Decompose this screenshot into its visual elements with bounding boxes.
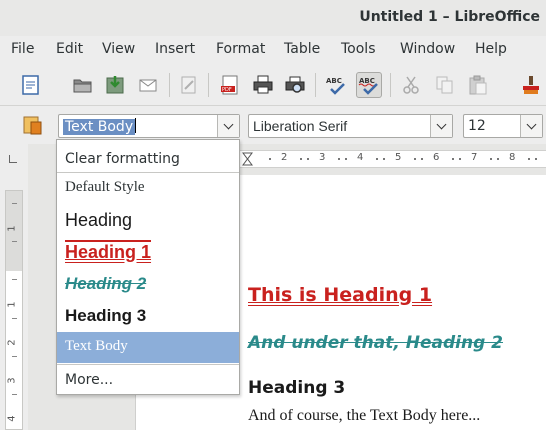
- menu-format[interactable]: Format: [216, 41, 265, 57]
- style-option-heading-1[interactable]: Heading 1: [57, 237, 239, 269]
- style-option-default-style[interactable]: Default Style: [57, 174, 239, 204]
- font-name-combo[interactable]: Liberation Serif: [248, 114, 453, 138]
- hruler-number: 5: [395, 152, 402, 163]
- paragraph-style-value[interactable]: Text Body: [63, 119, 136, 135]
- new-document-icon[interactable]: [18, 72, 44, 98]
- menu-edit[interactable]: Edit: [56, 41, 83, 57]
- paste-icon[interactable]: [465, 72, 491, 98]
- hruler-number: 2: [281, 152, 288, 163]
- font-size-dropdown-button[interactable]: [520, 115, 542, 137]
- menu-file[interactable]: File: [11, 41, 34, 57]
- cut-icon[interactable]: [398, 72, 424, 98]
- export-pdf-icon[interactable]: PDF: [217, 72, 243, 98]
- edit-file-icon[interactable]: [176, 72, 202, 98]
- vruler-number: 4: [6, 415, 18, 422]
- document-heading-3[interactable]: Heading 3: [248, 378, 345, 398]
- style-option-more[interactable]: More...: [57, 366, 239, 394]
- vruler-number: 3: [6, 377, 18, 384]
- menu-tools[interactable]: Tools: [341, 41, 376, 57]
- document-body-text[interactable]: And of course, the Text Body here...: [248, 407, 480, 425]
- save-icon[interactable]: [102, 72, 128, 98]
- abc-label: ABC: [326, 77, 342, 85]
- dropdown-divider: [57, 172, 239, 173]
- hruler-number: 8: [509, 152, 516, 163]
- font-size-combo[interactable]: 12: [463, 114, 543, 138]
- paragraph-style-combo[interactable]: Text Body: [58, 114, 240, 138]
- font-size-value[interactable]: 12: [468, 118, 486, 134]
- chevron-down-icon: [223, 119, 234, 130]
- menu-table[interactable]: Table: [284, 41, 320, 57]
- menu-window[interactable]: Window: [400, 41, 455, 57]
- standard-toolbar: PDF ABC ABC: [0, 64, 546, 152]
- hruler-number: 7: [471, 152, 478, 163]
- vruler-number: 1: [6, 301, 18, 308]
- hruler-number: 4: [357, 152, 364, 163]
- font-name-value[interactable]: Liberation Serif: [253, 118, 347, 134]
- style-option-heading-2[interactable]: Heading 2: [57, 269, 239, 301]
- pdf-label: PDF: [222, 87, 232, 93]
- style-option-heading-3[interactable]: Heading 3: [57, 301, 239, 332]
- chevron-down-icon: [436, 119, 447, 130]
- window-title: Untitled 1 – LibreOffice: [359, 9, 540, 25]
- styles-window-icon[interactable]: [19, 112, 45, 138]
- style-option-text-body[interactable]: Text Body: [57, 332, 239, 363]
- style-option-clear-formatting[interactable]: Clear formatting: [57, 143, 239, 173]
- print-icon[interactable]: [250, 72, 276, 98]
- toolbar-separator: [208, 73, 209, 97]
- title-bar: Untitled 1 – LibreOffice: [0, 0, 546, 36]
- clone-formatting-icon[interactable]: [516, 72, 542, 98]
- toolbar-separator: [390, 73, 391, 97]
- print-preview-icon[interactable]: [282, 72, 308, 98]
- menu-view[interactable]: View: [102, 41, 135, 57]
- menu-insert[interactable]: Insert: [155, 41, 195, 57]
- hruler-number: 6: [433, 152, 440, 163]
- email-icon[interactable]: [135, 72, 161, 98]
- chevron-down-icon: [526, 119, 537, 130]
- menu-bar: File Edit View Insert Format Table Tools…: [0, 36, 546, 64]
- font-name-dropdown-button[interactable]: [430, 115, 452, 137]
- vruler-number: 1: [6, 225, 18, 232]
- tab-stop-selector-icon[interactable]: [9, 155, 17, 163]
- open-folder-icon[interactable]: [70, 72, 96, 98]
- vertical-ruler[interactable]: 1 1 2 3 4: [5, 190, 23, 430]
- spellcheck-icon[interactable]: ABC: [323, 72, 349, 98]
- indent-marker-icon[interactable]: [242, 152, 254, 166]
- document-heading-2[interactable]: And under that, Heading 2: [248, 333, 503, 353]
- toolbar-separator: [169, 73, 170, 97]
- toolbar-separator: [315, 73, 316, 97]
- menu-help[interactable]: Help: [475, 41, 507, 57]
- document-heading-1[interactable]: This is Heading 1: [248, 284, 432, 306]
- autospellcheck-icon[interactable]: ABC: [356, 72, 382, 98]
- copy-icon[interactable]: [432, 72, 458, 98]
- dropdown-divider: [57, 364, 239, 365]
- vruler-number: 2: [6, 339, 18, 346]
- paragraph-style-dropdown: Clear formatting Default Style Heading H…: [56, 139, 240, 395]
- paragraph-style-dropdown-button[interactable]: [217, 115, 239, 137]
- style-option-heading[interactable]: Heading: [57, 205, 239, 237]
- hruler-number: 3: [319, 152, 326, 163]
